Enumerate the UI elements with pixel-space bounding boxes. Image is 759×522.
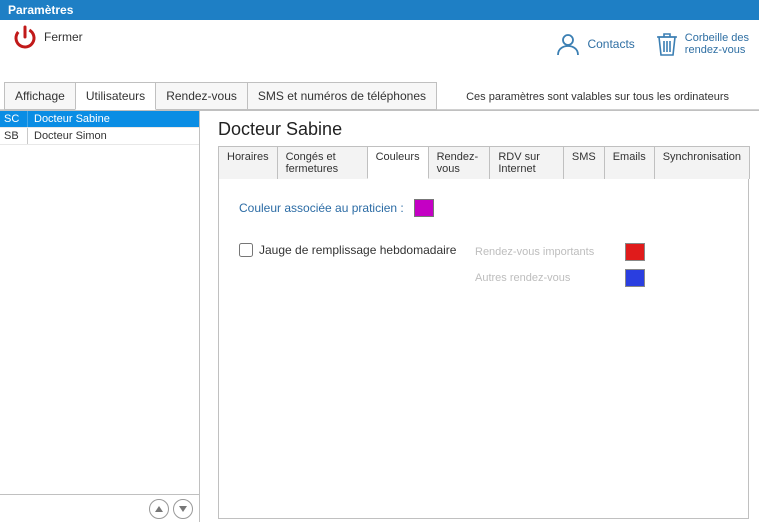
legend-item: Autres rendez-vous — [475, 269, 645, 287]
user-code: SC — [0, 111, 28, 127]
practitioner-color-label: Couleur associée au praticien : — [239, 201, 404, 215]
sub-tab[interactable]: Emails — [604, 146, 655, 179]
sub-tab[interactable]: Rendez-vous — [428, 146, 491, 179]
legend-label: Autres rendez-vous — [475, 272, 615, 284]
contacts-button[interactable]: Contacts — [555, 30, 634, 58]
content-area: Docteur Sabine HorairesCongés et fermetu… — [200, 111, 759, 522]
move-up-button[interactable] — [149, 499, 169, 519]
trash-icon — [655, 30, 679, 58]
sub-tab[interactable]: Horaires — [218, 146, 278, 179]
user-list: SCDocteur SabineSBDocteur Simon — [0, 111, 199, 494]
sub-tabs: HorairesCongés et fermeturesCouleursRend… — [218, 146, 749, 179]
sub-tab[interactable]: Couleurs — [367, 146, 429, 179]
window-title: Paramètres — [8, 3, 73, 17]
main-tab[interactable]: Affichage — [4, 82, 76, 110]
page-title: Docteur Sabine — [218, 119, 749, 140]
sub-tab[interactable]: Synchronisation — [654, 146, 750, 179]
sub-tab[interactable]: SMS — [563, 146, 605, 179]
legend-swatch — [625, 243, 645, 261]
user-row[interactable]: SBDocteur Simon — [0, 128, 199, 145]
main-tabs: AffichageUtilisateursRendez-vousSMS et n… — [0, 82, 436, 110]
trash-button[interactable]: Corbeille des rendez-vous — [655, 30, 749, 58]
user-row[interactable]: SCDocteur Sabine — [0, 111, 199, 128]
user-code: SB — [0, 128, 28, 144]
user-name: Docteur Simon — [28, 128, 199, 144]
move-down-button[interactable] — [173, 499, 193, 519]
sidebar-footer — [0, 494, 199, 522]
trash-label-1: Corbeille des — [685, 32, 749, 44]
tab-pane-couleurs: Couleur associée au praticien : Jauge de… — [218, 179, 749, 519]
legend-item: Rendez-vous importants — [475, 243, 645, 261]
main-tab[interactable]: SMS et numéros de téléphones — [247, 82, 437, 110]
sub-tab[interactable]: RDV sur Internet — [489, 146, 564, 179]
practitioner-color-swatch[interactable] — [414, 199, 434, 217]
person-icon — [555, 31, 581, 57]
close-label: Fermer — [44, 30, 83, 44]
close-button[interactable]: Fermer — [6, 24, 83, 50]
contacts-label: Contacts — [587, 37, 634, 51]
toolbar-subnote: Ces paramètres sont valables sur tous le… — [466, 91, 729, 103]
power-icon — [12, 24, 38, 50]
user-sidebar: SCDocteur SabineSBDocteur Simon — [0, 111, 200, 522]
legend-swatch — [625, 269, 645, 287]
color-legend: Rendez-vous importants Autres rendez-vous — [475, 243, 645, 287]
weekly-gauge-label[interactable]: Jauge de remplissage hebdomadaire — [259, 243, 456, 257]
main-toolbar: Fermer Contacts — [0, 20, 759, 110]
legend-label: Rendez-vous importants — [475, 246, 615, 258]
main-tab[interactable]: Rendez-vous — [155, 82, 248, 110]
weekly-gauge-checkbox[interactable] — [239, 243, 253, 257]
window-titlebar: Paramètres — [0, 0, 759, 20]
trash-label-2: rendez-vous — [685, 44, 749, 56]
user-name: Docteur Sabine — [28, 111, 199, 127]
sub-tab[interactable]: Congés et fermetures — [277, 146, 368, 179]
main-tab[interactable]: Utilisateurs — [75, 82, 156, 110]
